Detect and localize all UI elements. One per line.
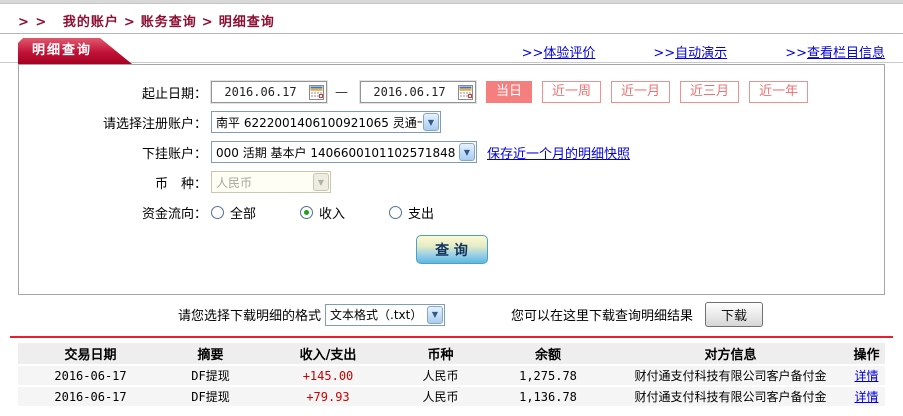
flow-option-income[interactable]: 收入	[300, 203, 345, 222]
start-date-value[interactable]: 2016.06.17	[212, 85, 309, 99]
detail-link[interactable]: 详情	[854, 369, 878, 383]
sub-account-row: 下挂账户： 000 活期 基本户 1406600101102571848 ▼ 保…	[19, 137, 884, 167]
date-range-separator: —	[335, 84, 348, 100]
red-divider	[10, 336, 893, 338]
radio-icon[interactable]	[211, 205, 224, 219]
breadcrumb-item-my-account[interactable]: 我的账户	[63, 15, 119, 30]
detail-query-page: > > 我的账户 > 账务查询 > 明细查询 明细查询 >>体验评价 >>自动演示 >>…	[0, 0, 903, 416]
cell-summary: DF提现	[163, 385, 258, 406]
cell-currency: 人民币	[398, 385, 483, 406]
quick-range-week-button[interactable]: 近一周	[542, 81, 602, 103]
table-row: 2016-06-17 DF提现 +145.00 人民币 1,275.78 财付通…	[18, 364, 885, 386]
quick-range-today-button[interactable]: 当日	[486, 81, 533, 103]
chevron-down-icon[interactable]: ▼	[427, 305, 443, 324]
breadcrumb-item-account-query[interactable]: 账务查询	[141, 15, 197, 30]
top-strip	[0, 0, 903, 4]
header-links: >>体验评价 >>自动演示 >>查看栏目信息	[522, 42, 885, 61]
quick-range-month-button[interactable]: 近一月	[611, 81, 671, 103]
cell-counterparty: 财付通支付科技有限公司客户备付金	[613, 385, 848, 406]
link-column-info[interactable]: >>查看栏目信息	[785, 42, 885, 61]
detail-link[interactable]: 详情	[854, 390, 878, 404]
flow-option-all[interactable]: 全部	[211, 203, 256, 222]
sub-account-select[interactable]: 000 活期 基本户 1406600101102571848 ▼	[211, 141, 477, 163]
end-date-value[interactable]: 2016.06.17	[361, 85, 458, 99]
cell-balance: 1,275.78	[483, 364, 613, 386]
download-hint: 您可以在这里下载查询明细结果	[511, 309, 694, 324]
quick-range-year-button[interactable]: 近一年	[749, 81, 809, 103]
cell-balance: 1,136.78	[483, 385, 613, 406]
currency-row: 币 种： 人民币 ▼	[19, 167, 884, 197]
breadcrumb-separator: >	[201, 15, 214, 30]
breadcrumb-separator: >	[123, 15, 136, 30]
quick-range-quarter-button[interactable]: 近三月	[680, 81, 740, 103]
flow-direction-row: 资金流向： 全部 收入 支出	[19, 197, 884, 227]
cell-date: 2016-06-17	[18, 385, 163, 406]
cell-counterparty: 财付通支付科技有限公司客户备付金	[613, 364, 848, 386]
tab-rule	[0, 62, 903, 63]
currency-select: 人民币 ▼	[211, 171, 331, 193]
tab-detail-query: 明细查询	[18, 38, 132, 64]
sub-account-value: 000 活期 基本户 1406600101102571848	[216, 145, 456, 160]
download-row: 请您选择下载明细的格式 文本格式（.txt） ▼ 您可以在这里下载查询明细结果 …	[0, 302, 903, 327]
download-format-value: 文本格式（.txt）	[330, 308, 423, 322]
col-header-date: 交易日期	[18, 343, 163, 365]
cell-currency: 人民币	[398, 364, 483, 386]
chevron-down-icon[interactable]: ▼	[423, 113, 439, 131]
register-account-label: 请选择注册账户：	[102, 116, 207, 132]
query-button[interactable]: 查 询	[415, 235, 488, 264]
radio-icon[interactable]	[300, 205, 314, 219]
breadcrumb: > > 我的账户 > 账务查询 > 明细查询	[18, 11, 275, 30]
results-table: 交易日期 摘要 收入/支出 币种 余额 对方信息 操作 2016-06-17 D…	[18, 343, 885, 406]
calendar-icon[interactable]	[458, 84, 473, 100]
col-header-currency: 币种	[398, 343, 483, 365]
col-header-summary: 摘要	[163, 343, 258, 365]
chevron-down-icon[interactable]: ▼	[459, 143, 475, 161]
register-account-select[interactable]: 南平 6222001406100921065 灵通卡 ▼	[211, 111, 441, 133]
flow-direction-label: 资金流向：	[141, 206, 207, 222]
start-date-input[interactable]: 2016.06.17	[211, 81, 327, 103]
currency-label: 币 种：	[154, 176, 207, 192]
download-button[interactable]: 下载	[705, 302, 764, 327]
query-button-row: 查 询	[19, 235, 884, 264]
table-row: 2016-06-17 DF提现 +79.93 人民币 1,136.78 财付通支…	[18, 385, 885, 406]
col-header-balance: 余额	[483, 343, 613, 365]
breadcrumb-prefix: > >	[18, 15, 48, 30]
col-header-counterparty: 对方信息	[613, 343, 848, 365]
register-account-row: 请选择注册账户： 南平 6222001406100921065 灵通卡 ▼	[19, 107, 884, 137]
flow-option-expense[interactable]: 支出	[389, 203, 434, 222]
sub-account-label: 下挂账户：	[141, 146, 207, 162]
query-form-panel: 起止日期： 2016.06.17 — 2016.06.17 当日 近一周 近一月…	[18, 64, 885, 295]
link-auto-demo[interactable]: >>自动演示	[653, 42, 727, 61]
end-date-input[interactable]: 2016.06.17	[360, 81, 476, 103]
cell-summary: DF提现	[163, 364, 258, 386]
date-range-label: 起止日期：	[141, 86, 207, 102]
link-experience-rating[interactable]: >>体验评价	[522, 42, 596, 61]
chevron-down-icon: ▼	[313, 173, 329, 191]
cell-amount: +79.93	[258, 385, 398, 406]
download-format-select[interactable]: 文本格式（.txt） ▼	[325, 303, 445, 326]
radio-icon[interactable]	[389, 205, 403, 219]
cell-date: 2016-06-17	[18, 364, 163, 386]
col-header-amount: 收入/支出	[258, 343, 398, 365]
currency-value: 人民币	[216, 175, 253, 190]
table-header-row: 交易日期 摘要 收入/支出 币种 余额 对方信息 操作	[18, 343, 885, 365]
snapshot-link[interactable]: 保存近一个月的明细快照	[487, 143, 630, 162]
date-range-row: 起止日期： 2016.06.17 — 2016.06.17 当日 近一周 近一月…	[19, 77, 884, 107]
breadcrumb-item-detail-query[interactable]: 明细查询	[219, 15, 275, 30]
cell-amount: +145.00	[258, 364, 398, 386]
breadcrumb-divider	[0, 33, 903, 34]
calendar-icon[interactable]	[309, 84, 324, 100]
download-format-label: 请您选择下载明细的格式	[177, 309, 321, 324]
register-account-value: 南平 6222001406100921065 灵通卡	[216, 115, 422, 130]
col-header-action: 操作	[848, 343, 885, 365]
